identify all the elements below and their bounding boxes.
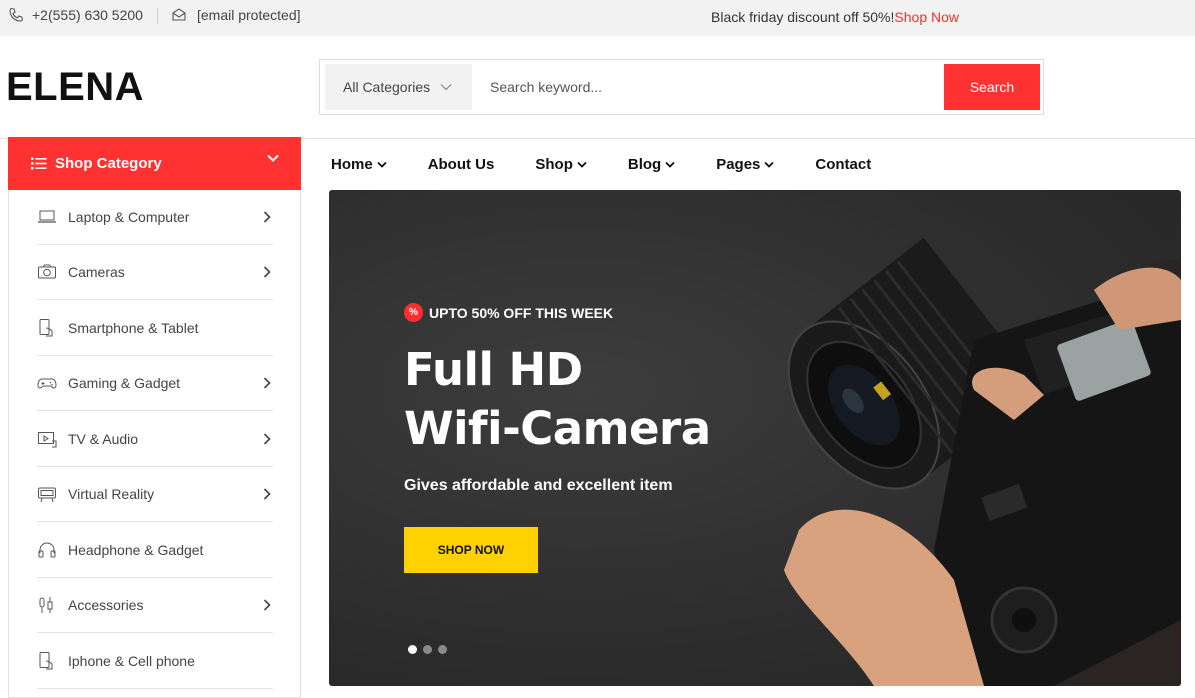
camera-icon	[38, 264, 56, 279]
chevron-right-icon	[263, 433, 271, 445]
nav-item-label: About Us	[427, 155, 495, 173]
vr-headset-icon	[38, 487, 56, 503]
sidebar-item-cameras[interactable]: Cameras	[37, 245, 273, 300]
shop-now-button[interactable]: SHOP NOW	[404, 527, 538, 573]
sidebar-item-label: Iphone & Cell phone	[68, 653, 195, 669]
search-bar: All Categories Search	[319, 59, 1044, 115]
nav-item-label: Home	[331, 155, 373, 173]
email-contact[interactable]: [email protected]	[171, 7, 301, 23]
nav-item-home[interactable]: Home	[331, 156, 387, 173]
discount-badge-text: UPTO 50% OFF THIS WEEK	[429, 304, 614, 321]
shop-category-toggle[interactable]: Shop Category	[8, 137, 301, 190]
chevron-right-icon	[263, 377, 271, 389]
sidebar-item-label: Virtual Reality	[68, 486, 155, 502]
sidebar-item-label: TV & Audio	[68, 431, 139, 447]
phone-number: +2(555) 630 5200	[32, 7, 143, 23]
mail-icon	[172, 8, 186, 21]
sidebar-item-smartphone-tablet[interactable]: Smartphone & Tablet	[37, 301, 273, 356]
slider-dots	[408, 645, 447, 654]
laptop-icon	[38, 210, 56, 223]
sidebar-item-accessories[interactable]: Accessories	[37, 578, 273, 633]
sidebar-item-label: Smartphone & Tablet	[68, 320, 199, 336]
chevron-down-icon	[764, 161, 775, 168]
sidebar-item-label: Cameras	[68, 264, 125, 280]
search-input[interactable]	[490, 64, 930, 110]
sidebar-item-label: Accessories	[68, 597, 144, 613]
search-button[interactable]: Search	[944, 64, 1040, 110]
camera-product-image	[784, 237, 1181, 686]
hero-subtitle: Gives affordable and excellent item	[404, 477, 673, 494]
chevron-right-icon	[263, 211, 271, 223]
nav-item-label: Blog	[627, 155, 662, 173]
sidebar-item-tv-audio[interactable]: TV & Audio	[37, 412, 273, 467]
shop-category-title: Shop Category	[55, 155, 162, 172]
hero-slider: % UPTO 50% OFF THIS WEEK Full HD Wifi-Ca…	[329, 190, 1181, 686]
discount-badge: % UPTO 50% OFF THIS WEEK	[404, 303, 613, 322]
sidebar-item-laptop-computer[interactable]: Laptop & Computer	[37, 190, 273, 245]
gamepad-icon	[37, 378, 57, 389]
main-nav: Home About Us Shop Blog Pages Contact	[331, 153, 871, 175]
chevron-down-icon	[665, 161, 675, 168]
list-icon	[31, 157, 47, 170]
sidebar-item-virtual-reality[interactable]: Virtual Reality	[37, 467, 273, 522]
hero-title: Full HD Wifi-Camera	[404, 340, 711, 458]
chevron-down-icon	[377, 161, 387, 168]
nav-item-shop[interactable]: Shop	[535, 156, 587, 173]
email-address: [email protected]	[197, 7, 301, 23]
accessories-icon	[39, 597, 53, 613]
chevron-right-icon	[263, 599, 271, 611]
nav-item-blog[interactable]: Blog	[628, 156, 675, 173]
sidebar-item-gaming-gadget[interactable]: Gaming & Gadget	[37, 356, 273, 411]
sidebar-item-headphone-gadget[interactable]: Headphone & Gadget	[37, 523, 273, 578]
phone-contact[interactable]: +2(555) 630 5200	[8, 7, 143, 23]
nav-item-label: Shop	[535, 155, 573, 173]
nav-item-label: Pages	[716, 155, 761, 173]
chevron-down-icon	[577, 161, 587, 168]
hero-title-line1: Full HD	[404, 343, 583, 396]
site-logo[interactable]: ELENA	[6, 64, 144, 110]
nav-item-label: Contact	[815, 155, 872, 173]
category-sidebar: Laptop & Computer Cameras Smartphone & T…	[8, 190, 301, 698]
promo-banner: Black friday discount off 50%!Shop Now	[711, 9, 959, 25]
sidebar-item-label: Laptop & Computer	[68, 209, 190, 225]
sidebar-item-label: Headphone & Gadget	[68, 542, 204, 558]
slider-dot-1[interactable]	[408, 645, 417, 654]
topbar-divider	[157, 8, 158, 24]
sidebar-item-label: Gaming & Gadget	[68, 375, 181, 391]
smartphone-icon	[39, 319, 53, 337]
percent-icon: %	[404, 303, 423, 322]
promo-shop-now-link[interactable]: Shop Now	[894, 9, 959, 25]
sidebar-item-iphone-cell-phone[interactable]: Iphone & Cell phone	[37, 634, 273, 689]
headphone-icon	[38, 542, 56, 558]
nav-item-contact[interactable]: Contact	[815, 156, 871, 173]
nav-item-pages[interactable]: Pages	[716, 155, 775, 173]
nav-item-about-us[interactable]: About Us	[428, 156, 495, 173]
hero-title-line2: Wifi-Camera	[404, 402, 711, 455]
category-select[interactable]: All Categories	[325, 64, 472, 110]
phone-icon	[9, 7, 23, 22]
chevron-down-icon	[440, 84, 452, 91]
top-bar: +2(555) 630 5200 [email protected] Black…	[0, 0, 1195, 36]
phone-hand-icon	[39, 652, 53, 670]
chevron-down-icon	[267, 154, 279, 162]
promo-text: Black friday discount off 50%!	[711, 9, 895, 25]
chevron-right-icon	[263, 266, 271, 278]
tv-icon	[38, 432, 57, 448]
slider-dot-3[interactable]	[438, 645, 447, 654]
slider-dot-2[interactable]	[423, 645, 432, 654]
category-select-value: All Categories	[343, 79, 431, 95]
chevron-right-icon	[263, 488, 271, 500]
